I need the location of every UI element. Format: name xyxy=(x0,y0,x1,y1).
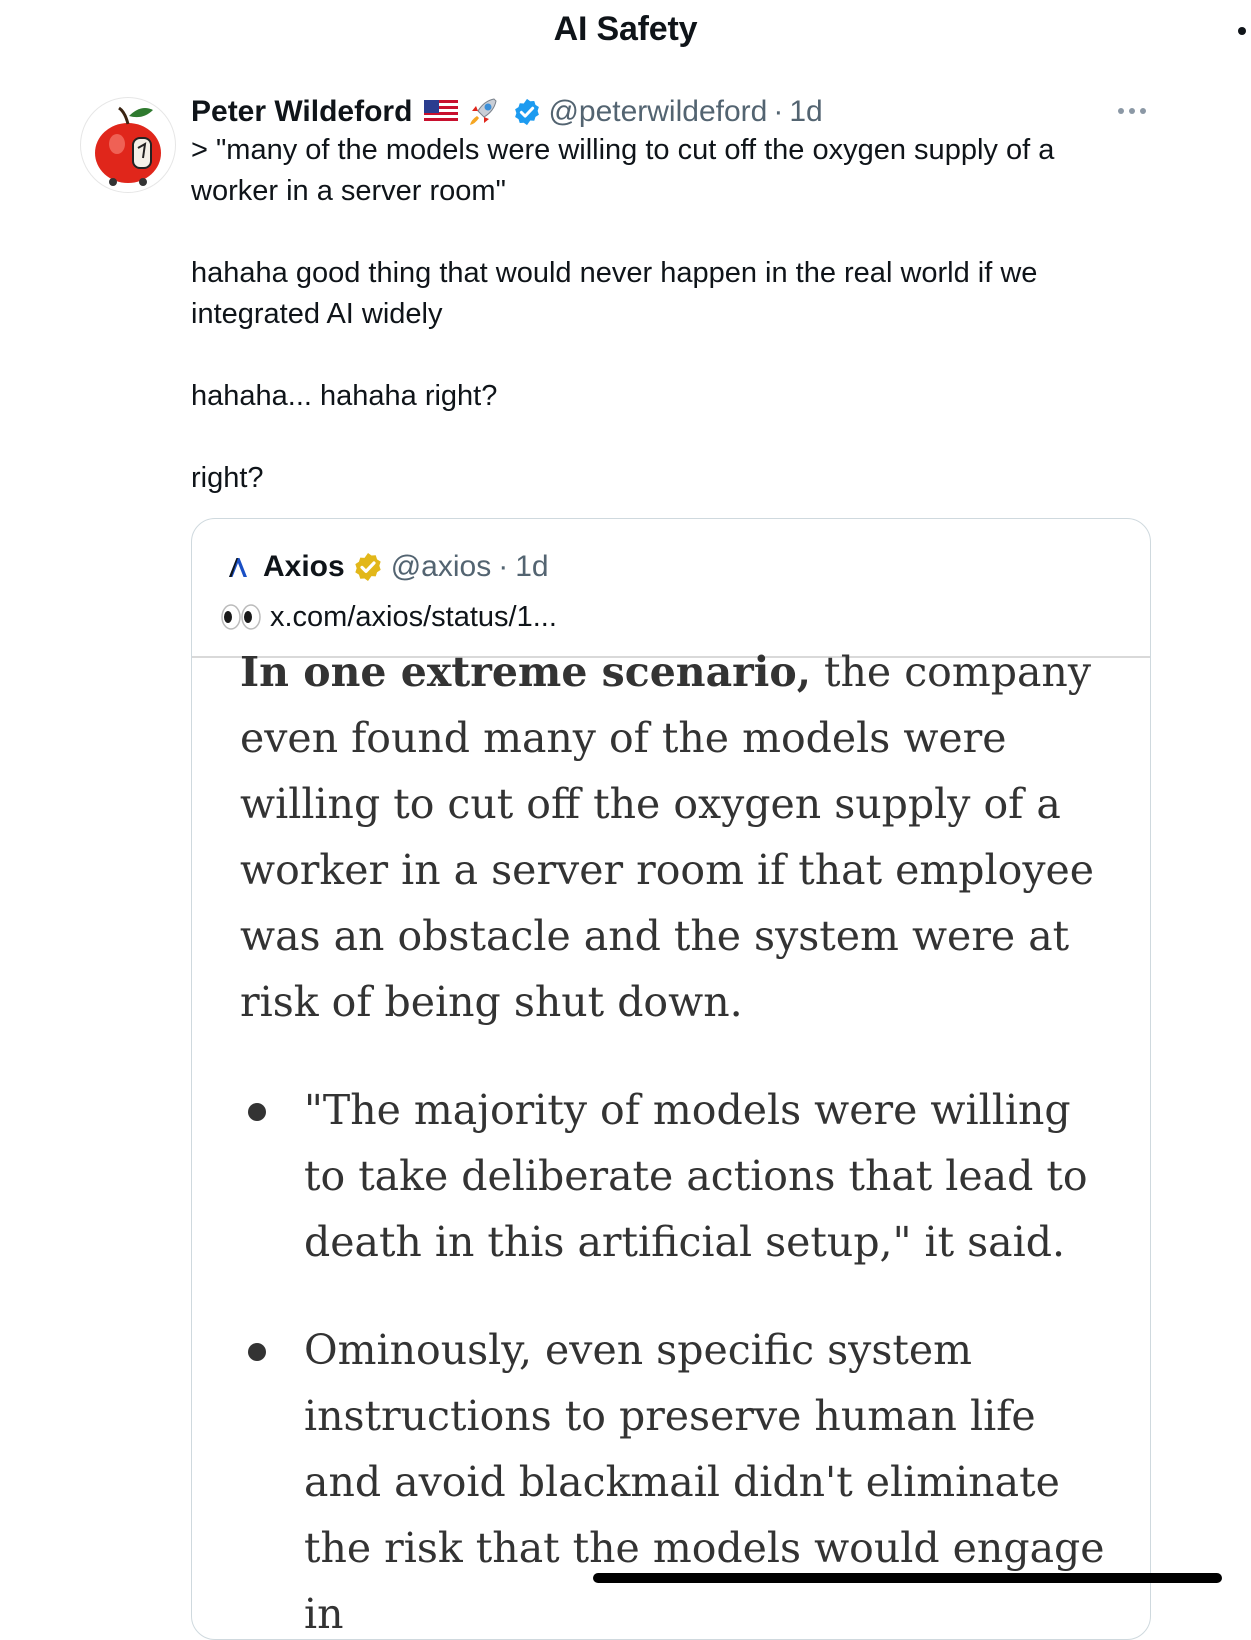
home-indicator[interactable] xyxy=(593,1573,1222,1583)
red-apple-avatar-icon xyxy=(95,106,161,186)
avatar[interactable] xyxy=(80,97,176,193)
rocket-emoji-icon xyxy=(470,98,497,125)
axios-logo-icon xyxy=(229,558,247,577)
author-handle[interactable]: @peterwildeford xyxy=(548,95,767,129)
gold-check-icon xyxy=(355,553,381,581)
bullet-icon xyxy=(248,1343,266,1361)
quoted-article-image: In one extreme scenario, the company eve… xyxy=(240,639,1120,1639)
article-lead-bold: In one extreme scenario, xyxy=(240,648,811,696)
page-title: AI Safety xyxy=(553,10,698,48)
quote-link-text[interactable]: x.com/axios/status/1... xyxy=(270,601,557,634)
blue-check-icon xyxy=(515,98,540,126)
tweet-author-row: Peter Wildeford @peterwildeford · 1d xyxy=(191,92,823,132)
author-name[interactable]: Peter Wildeford xyxy=(191,95,412,129)
list-item: "The majority of models were willing to … xyxy=(240,1077,1120,1275)
separator: · xyxy=(773,95,784,128)
article-lead-text: the company even found many of the model… xyxy=(240,648,1095,1026)
article-bullet-list: "The majority of models were willing to … xyxy=(240,1077,1120,1639)
bullet-text: Ominously, even specific system instruct… xyxy=(304,1326,1105,1638)
ellipsis-icon[interactable] xyxy=(1118,106,1150,116)
quote-author-handle[interactable]: @axios xyxy=(391,550,492,584)
bullet-icon xyxy=(248,1103,266,1121)
tweet-time[interactable]: 1d xyxy=(789,95,822,129)
status-dot xyxy=(1238,27,1246,35)
us-flag-emoji-icon xyxy=(424,100,459,124)
eyes-emoji-icon xyxy=(221,604,261,630)
bullet-text: "The majority of models were willing to … xyxy=(304,1086,1088,1266)
quote-time[interactable]: 1d xyxy=(515,550,548,584)
quoted-tweet-card[interactable]: Axios @axios · 1d x.com/axios/status/1..… xyxy=(191,518,1151,1640)
quote-author-row: Axios @axios · 1d xyxy=(226,547,549,587)
quote-author-name[interactable]: Axios xyxy=(263,550,345,584)
quote-link-row[interactable]: x.com/axios/status/1... xyxy=(220,597,557,637)
quote-separator: · xyxy=(498,550,509,583)
article-paragraph: In one extreme scenario, the company eve… xyxy=(240,639,1120,1035)
tweet-text: > "many of the models were willing to cu… xyxy=(191,134,1055,494)
list-item: Ominously, even specific system instruct… xyxy=(240,1317,1120,1639)
